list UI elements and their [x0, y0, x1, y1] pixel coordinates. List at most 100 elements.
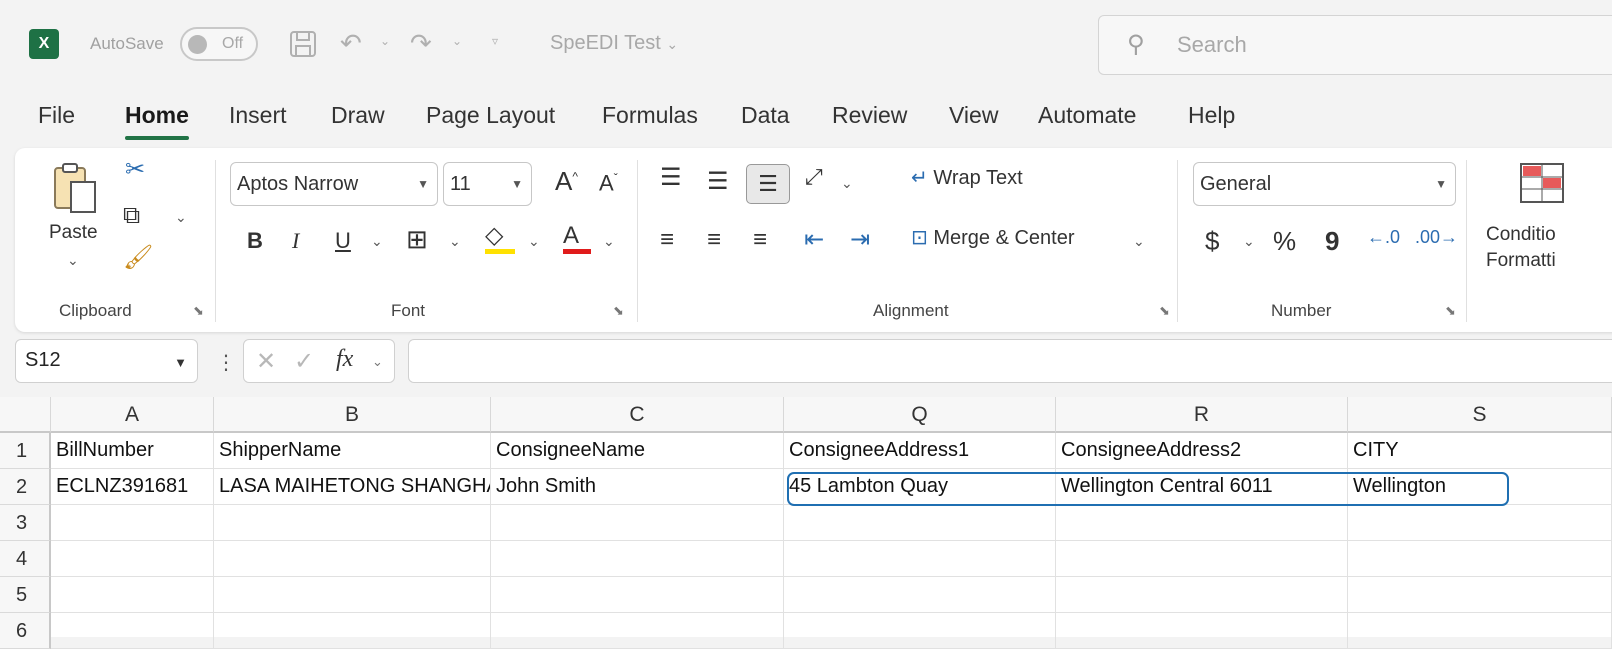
redo-dropdown-icon[interactable]: ⌄: [452, 34, 462, 48]
cell-c2[interactable]: John Smith: [491, 469, 784, 505]
tab-draw[interactable]: Draw: [331, 102, 385, 129]
align-right-icon[interactable]: ≡: [753, 228, 767, 252]
cell-r4[interactable]: [1056, 541, 1348, 577]
cell-c5[interactable]: [491, 577, 784, 613]
fill-color-icon[interactable]: ◇: [485, 224, 515, 254]
tab-review[interactable]: Review: [832, 102, 907, 129]
undo-icon[interactable]: ↶: [340, 28, 362, 58]
align-center-icon[interactable]: ≡: [707, 228, 721, 252]
cell-s3[interactable]: [1348, 505, 1612, 541]
tab-insert[interactable]: Insert: [229, 102, 287, 129]
enter-icon[interactable]: ✓: [294, 347, 314, 376]
cell-q5[interactable]: [784, 577, 1056, 613]
cell-a6[interactable]: [51, 613, 214, 649]
tab-home[interactable]: Home: [125, 102, 189, 140]
row-header-1[interactable]: 1: [0, 433, 51, 469]
document-title[interactable]: SpeEDI Test ⌄: [550, 32, 678, 55]
underline-button[interactable]: U: [335, 230, 351, 252]
conditional-formatting-icon[interactable]: [1519, 162, 1565, 208]
cell-s4[interactable]: [1348, 541, 1612, 577]
save-icon[interactable]: [287, 28, 319, 66]
cell-b2[interactable]: LASA MAIHETONG SHANGHAI: [214, 469, 491, 505]
search-box[interactable]: ⚲ Search: [1098, 15, 1612, 75]
row-header-3[interactable]: 3: [0, 505, 51, 541]
number-launcher-icon[interactable]: ⬊: [1445, 303, 1456, 319]
top-align-icon[interactable]: ☰: [660, 166, 682, 190]
cut-icon[interactable]: ✂: [125, 158, 145, 182]
tab-file[interactable]: File: [38, 102, 75, 129]
decrease-font-size-icon[interactable]: Aˇ: [599, 172, 618, 194]
cell-q4[interactable]: [784, 541, 1056, 577]
decrease-indent-icon[interactable]: ⇤: [804, 228, 824, 252]
paste-button[interactable]: [51, 160, 101, 222]
conditional-formatting-button[interactable]: Conditio Formatti: [1486, 222, 1556, 274]
cell-s5[interactable]: [1348, 577, 1612, 613]
customize-toolbar-icon[interactable]: ▿: [492, 34, 498, 48]
alignment-launcher-icon[interactable]: ⬊: [1159, 303, 1170, 319]
tab-data[interactable]: Data: [741, 102, 790, 129]
cell-q6[interactable]: [784, 613, 1056, 649]
cell-b4[interactable]: [214, 541, 491, 577]
insert-function-button[interactable]: fx: [336, 346, 353, 373]
merge-center-button[interactable]: ⊡ Merge & Center: [911, 228, 1075, 248]
cell-s1[interactable]: CITY: [1348, 433, 1612, 469]
formula-input[interactable]: [408, 339, 1612, 383]
cell-q1[interactable]: ConsigneeAddress1: [784, 433, 1056, 469]
cell-r3[interactable]: [1056, 505, 1348, 541]
format-painter-icon[interactable]: 🖌: [123, 246, 153, 270]
chevron-down-icon[interactable]: ⌄: [372, 354, 383, 370]
increase-indent-icon[interactable]: ⇥: [850, 228, 870, 252]
clipboard-launcher-icon[interactable]: ⬊: [193, 303, 204, 319]
paste-label[interactable]: Paste: [49, 223, 98, 242]
bold-button[interactable]: B: [247, 230, 263, 252]
cell-b3[interactable]: [214, 505, 491, 541]
cell-r1[interactable]: ConsigneeAddress2: [1056, 433, 1348, 469]
align-left-icon[interactable]: ≡: [660, 228, 674, 252]
more-options-icon[interactable]: ⋮: [216, 350, 236, 375]
font-name-select[interactable]: Aptos Narrow ▼: [230, 162, 438, 206]
cell-b1[interactable]: ShipperName: [214, 433, 491, 469]
cell-c3[interactable]: [491, 505, 784, 541]
percent-button[interactable]: %: [1273, 228, 1296, 254]
tab-view[interactable]: View: [949, 102, 998, 129]
column-header-a[interactable]: A: [51, 397, 214, 433]
cell-a3[interactable]: [51, 505, 214, 541]
cell-a5[interactable]: [51, 577, 214, 613]
cell-a4[interactable]: [51, 541, 214, 577]
cancel-icon[interactable]: ✕: [256, 347, 276, 376]
row-header-6[interactable]: 6: [0, 613, 51, 649]
underline-dropdown-icon[interactable]: ⌄: [371, 234, 383, 248]
middle-align-icon[interactable]: ☰: [707, 170, 729, 194]
paste-dropdown-icon[interactable]: ⌄: [67, 253, 79, 267]
tab-formulas[interactable]: Formulas: [602, 102, 698, 129]
cell-s6[interactable]: [1348, 613, 1612, 649]
increase-decimal-icon[interactable]: ←.0: [1367, 228, 1400, 246]
borders-icon[interactable]: ⊞: [406, 226, 428, 252]
cell-b6[interactable]: [214, 613, 491, 649]
autosave-toggle[interactable]: Off: [180, 27, 258, 61]
select-all-corner[interactable]: [0, 397, 51, 433]
orientation-icon[interactable]: ⤢: [805, 166, 823, 188]
column-header-r[interactable]: R: [1056, 397, 1348, 433]
comma-style-button[interactable]: 9: [1325, 228, 1339, 254]
cell-r5[interactable]: [1056, 577, 1348, 613]
row-header-2[interactable]: 2: [0, 469, 51, 505]
borders-dropdown-icon[interactable]: ⌄: [449, 234, 461, 248]
row-header-4[interactable]: 4: [0, 541, 51, 577]
wrap-text-button[interactable]: ↵ Wrap Text: [911, 168, 1023, 188]
copy-icon[interactable]: ⧉: [123, 204, 140, 228]
orientation-dropdown-icon[interactable]: ⌄: [841, 176, 853, 190]
cell-b5[interactable]: [214, 577, 491, 613]
name-box[interactable]: S12 ▼: [15, 339, 198, 383]
number-format-select[interactable]: General ▼: [1193, 162, 1456, 206]
copy-dropdown-icon[interactable]: ⌄: [175, 210, 187, 224]
cell-a2[interactable]: ECLNZ391681: [51, 469, 214, 505]
cell-a1[interactable]: BillNumber: [51, 433, 214, 469]
font-launcher-icon[interactable]: ⬊: [613, 303, 624, 319]
column-header-b[interactable]: B: [214, 397, 491, 433]
tab-page-layout[interactable]: Page Layout: [426, 102, 555, 129]
tab-help[interactable]: Help: [1188, 102, 1235, 129]
cell-q3[interactable]: [784, 505, 1056, 541]
cell-c1[interactable]: ConsigneeName: [491, 433, 784, 469]
decrease-decimal-icon[interactable]: .00→: [1415, 228, 1458, 246]
